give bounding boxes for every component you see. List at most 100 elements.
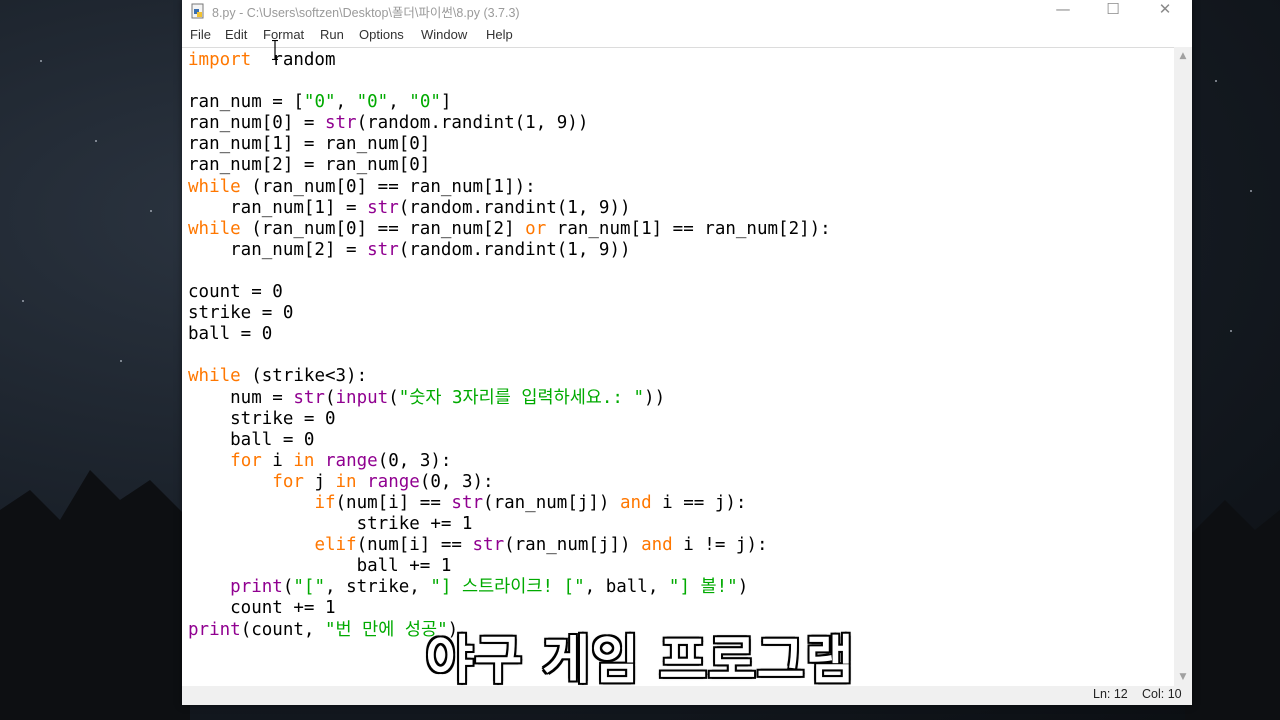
code-token: (random.randint(1, 9)) bbox=[398, 197, 631, 218]
code-token: (ran_num[0] == ran_num[2] bbox=[240, 218, 526, 239]
menu-run[interactable]: Run bbox=[320, 27, 344, 42]
code-line[interactable]: ran_num[1] = ran_num[0] bbox=[188, 134, 831, 155]
code-token: (num[i] == bbox=[335, 492, 452, 513]
code-line[interactable]: ball += 1 bbox=[188, 556, 831, 577]
keyword-token: elif bbox=[314, 535, 357, 556]
code-line[interactable]: while (ran_num[0] == ran_num[1]): bbox=[188, 177, 831, 198]
code-line[interactable]: ran_num[2] = str(random.randint(1, 9)) bbox=[188, 240, 831, 261]
code-token: num = bbox=[188, 387, 294, 408]
code-token: )) bbox=[644, 387, 666, 408]
code-token: ran_num[0] = bbox=[188, 113, 325, 134]
maximize-button[interactable]: ☐ bbox=[1090, 0, 1136, 22]
idle-editor-window: 8.py - C:\Users\softzen\Desktop\폴더\파이썬\8… bbox=[182, 0, 1192, 705]
code-token: , bbox=[388, 92, 410, 113]
code-token: ball = 0 bbox=[188, 429, 315, 450]
code-line[interactable]: elif(num[i] == str(ran_num[j]) and i != … bbox=[188, 535, 831, 556]
builtin-token: str bbox=[293, 387, 325, 408]
code-line[interactable]: ran_num[0] = str(random.randint(1, 9)) bbox=[188, 113, 831, 134]
minimize-button[interactable]: — bbox=[1040, 0, 1086, 22]
code-line[interactable]: ​ bbox=[188, 71, 831, 92]
code-token: i == j): bbox=[651, 492, 747, 513]
code-line[interactable]: if(num[i] == str(ran_num[j]) and i == j)… bbox=[188, 493, 831, 514]
video-subtitle: 야구 게임 프로그램 bbox=[424, 630, 855, 693]
code-line[interactable]: count += 1 bbox=[188, 598, 831, 619]
code-line[interactable]: for i in range(0, 3): bbox=[188, 451, 831, 472]
menu-format[interactable]: Format bbox=[263, 27, 304, 42]
code-token: count = 0 bbox=[188, 282, 283, 303]
code-token: (ran_num[0] == ran_num[1]): bbox=[240, 176, 536, 197]
code-token: i != j): bbox=[672, 535, 768, 556]
code-line[interactable]: strike += 1 bbox=[188, 514, 831, 535]
code-token: (num[i] == bbox=[356, 535, 473, 556]
code-editor[interactable]: import random​ran_num = ["0", "0", "0"]r… bbox=[182, 47, 1174, 687]
code-token: ran_num[2] = bbox=[188, 239, 368, 260]
menu-options[interactable]: Options bbox=[359, 27, 404, 42]
code-token: i bbox=[261, 450, 294, 471]
code-line[interactable]: ran_num = ["0", "0", "0"] bbox=[188, 92, 831, 113]
title-bar[interactable]: 8.py - C:\Users\softzen\Desktop\폴더\파이썬\8… bbox=[182, 0, 1192, 22]
code-line[interactable]: ball = 0 bbox=[188, 430, 831, 451]
code-token: ( bbox=[324, 387, 336, 408]
code-line[interactable]: while (ran_num[0] == ran_num[2] or ran_n… bbox=[188, 219, 831, 240]
code-line[interactable]: strike = 0 bbox=[188, 303, 831, 324]
menu-bar: File Edit Format Run Options Window Help bbox=[182, 23, 1192, 47]
code-line[interactable]: num = str(input("숫자 3자리를 입력하세요.: ")) bbox=[188, 388, 831, 409]
builtin-token: input bbox=[335, 387, 389, 408]
string-token: "] 볼!" bbox=[668, 577, 738, 598]
keyword-token: if bbox=[314, 492, 336, 513]
keyword-token: for bbox=[272, 471, 304, 492]
menu-window[interactable]: Window bbox=[421, 27, 467, 42]
scroll-up-arrow-icon[interactable]: ▲ bbox=[1174, 47, 1192, 65]
code-token: ball = 0 bbox=[188, 324, 273, 345]
star bbox=[1230, 330, 1232, 332]
keyword-token: and bbox=[620, 492, 652, 513]
code-token: j bbox=[303, 471, 336, 492]
keyword-token: for bbox=[230, 450, 262, 471]
code-token: , ball, bbox=[584, 577, 669, 598]
code-line[interactable]: ran_num[1] = str(random.randint(1, 9)) bbox=[188, 198, 831, 219]
code-line[interactable]: ran_num[2] = ran_num[0] bbox=[188, 155, 831, 176]
code-token: ( bbox=[282, 577, 294, 598]
source-code[interactable]: import random​ran_num = ["0", "0", "0"]r… bbox=[188, 50, 831, 641]
code-token: ran_num[1] = ran_num[0] bbox=[188, 134, 431, 155]
code-token: (0, 3): bbox=[377, 450, 452, 471]
builtin-token: range bbox=[367, 471, 420, 492]
menu-file[interactable]: File bbox=[190, 27, 211, 42]
menu-edit[interactable]: Edit bbox=[225, 27, 247, 42]
code-token: ( bbox=[388, 387, 399, 408]
code-line[interactable]: for j in range(0, 3): bbox=[188, 472, 831, 493]
code-token: , strike, bbox=[325, 577, 431, 598]
star bbox=[1250, 190, 1252, 192]
code-line[interactable]: import random bbox=[188, 50, 831, 71]
code-line[interactable]: ball = 0 bbox=[188, 324, 831, 345]
builtin-token: range bbox=[325, 450, 378, 471]
close-button[interactable]: ✕ bbox=[1142, 0, 1188, 22]
builtin-token: str bbox=[472, 535, 505, 556]
string-token: "0" bbox=[303, 92, 336, 113]
code-token: (ran_num[j]) bbox=[483, 492, 620, 513]
string-token: "0" bbox=[409, 92, 441, 113]
code-line[interactable]: strike = 0 bbox=[188, 409, 831, 430]
code-token: (0, 3): bbox=[419, 471, 494, 492]
code-token: count += 1 bbox=[188, 598, 336, 619]
code-line[interactable]: while (strike<3): bbox=[188, 366, 831, 387]
code-token: strike = 0 bbox=[188, 303, 294, 324]
vertical-scrollbar[interactable]: ▲ ▼ bbox=[1174, 47, 1192, 686]
code-token: ran_num[1] == ran_num[2]): bbox=[546, 218, 831, 239]
code-token: strike = 0 bbox=[188, 408, 336, 429]
builtin-token: str bbox=[367, 239, 399, 260]
code-token: ran_num[2] = ran_num[0] bbox=[188, 155, 431, 176]
menu-help[interactable]: Help bbox=[486, 27, 513, 42]
code-line[interactable]: print("[", strike, "] 스트라이크! [", ball, "… bbox=[188, 577, 831, 598]
code-line[interactable]: count = 0 bbox=[188, 282, 831, 303]
string-token: "] 스트라이크! [" bbox=[430, 577, 585, 598]
code-token: (random.randint(1, 9)) bbox=[356, 113, 589, 134]
builtin-token: str bbox=[451, 492, 484, 513]
code-line[interactable]: ​ bbox=[188, 261, 831, 282]
code-token: (strike<3): bbox=[240, 366, 368, 387]
code-token: strike += 1 bbox=[188, 514, 473, 535]
code-line[interactable]: ​ bbox=[188, 345, 831, 366]
